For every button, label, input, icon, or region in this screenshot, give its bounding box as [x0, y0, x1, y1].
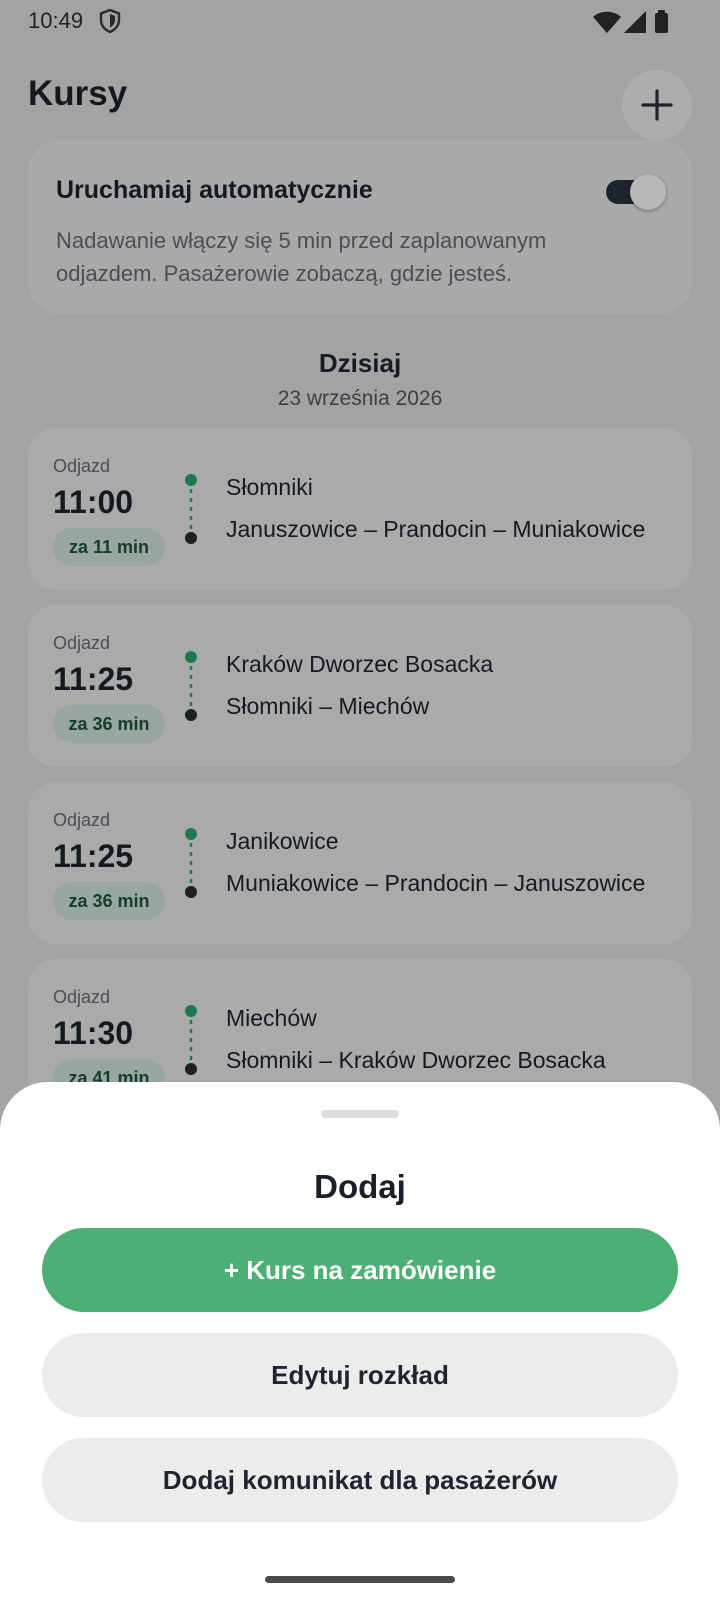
- add-on-demand-trip-button[interactable]: + Kurs na zamówienie: [42, 1228, 678, 1312]
- sheet-title: Dodaj: [314, 1168, 406, 1205]
- trip-card[interactable]: Odjazd 11:00 za 11 min Słomniki Januszow…: [28, 428, 692, 590]
- add-passenger-message-button[interactable]: Dodaj komunikat dla pasażerów: [42, 1438, 678, 1522]
- departure-label: Odjazd: [53, 456, 111, 476]
- sheet-drag-handle[interactable]: [321, 1110, 399, 1118]
- departure-time: 11:00: [53, 484, 134, 520]
- auto-start-card: Uruchamiaj automatycznie Nadawanie włącz…: [28, 140, 692, 314]
- departure-time: 11:25: [53, 661, 134, 697]
- auto-start-toggle[interactable]: [602, 174, 666, 210]
- status-time: 10:49: [28, 8, 84, 33]
- add-bottom-sheet: Dodaj + Kurs na zamówienie Edytuj rozkła…: [0, 1082, 720, 1600]
- battery-icon: [655, 10, 668, 33]
- departure-time: 11:25: [53, 838, 134, 874]
- departure-time: 11:30: [53, 1015, 134, 1051]
- trip-stops: Januszowice – Prandocin – Muniakowice: [226, 516, 646, 542]
- wifi-icon: [593, 11, 621, 33]
- trip-origin: Janikowice: [226, 828, 339, 854]
- time-until-badge: za 11 min: [53, 528, 165, 566]
- shield-icon: [99, 8, 121, 34]
- trip-stops: Słomniki – Miechów: [226, 693, 430, 719]
- signal-icon: [624, 11, 646, 33]
- departure-label: Odjazd: [53, 633, 111, 653]
- auto-start-description: Nadawanie włączy się 5 min przed zaplano…: [56, 228, 547, 286]
- trip-stops: Muniakowice – Prandocin – Januszowice: [226, 870, 646, 896]
- gesture-nav-bar[interactable]: [265, 1576, 455, 1583]
- route-line-icon: [185, 474, 197, 544]
- trip-origin: Słomniki: [226, 474, 313, 500]
- trip-stops: Słomniki – Kraków Dworzec Bosacka: [226, 1047, 606, 1073]
- status-bar: 10:49: [0, 0, 720, 44]
- departure-label: Odjazd: [53, 987, 111, 1007]
- trip-card[interactable]: Odjazd 11:25 za 36 min Kraków Dworzec Bo…: [28, 605, 692, 767]
- toggle-knob: [630, 174, 666, 210]
- page-title: Kursy: [28, 74, 128, 113]
- route-line-icon: [185, 828, 197, 898]
- trip-origin: Kraków Dworzec Bosacka: [226, 651, 494, 677]
- auto-start-title: Uruchamiaj automatycznie: [56, 176, 373, 204]
- day-title: Dzisiaj: [318, 348, 402, 378]
- route-line-icon: [185, 1005, 197, 1075]
- trip-card[interactable]: Odjazd 11:25 za 36 min Janikowice Muniak…: [28, 782, 692, 944]
- departure-label: Odjazd: [53, 810, 111, 830]
- system-icons: [593, 10, 668, 33]
- time-until-badge: za 36 min: [53, 705, 165, 743]
- trip-origin: Miechów: [226, 1005, 317, 1031]
- plus-icon: [641, 89, 673, 121]
- route-line-icon: [185, 651, 197, 721]
- day-date: 23 września 2026: [277, 387, 443, 410]
- add-button[interactable]: [622, 70, 692, 140]
- edit-schedule-button[interactable]: Edytuj rozkład: [42, 1333, 678, 1417]
- time-until-badge: za 36 min: [53, 882, 165, 920]
